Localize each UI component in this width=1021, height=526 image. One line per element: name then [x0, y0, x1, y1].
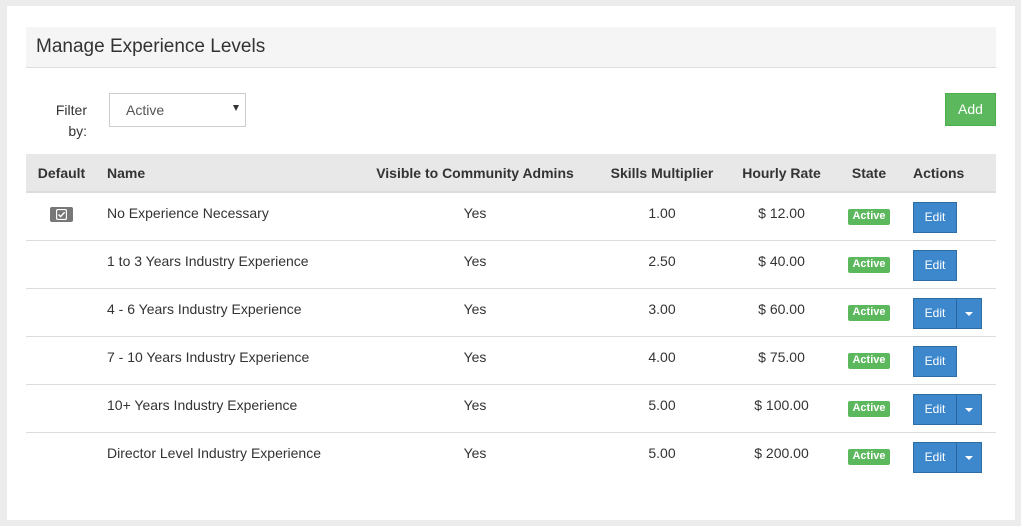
state-cell: Active: [833, 336, 905, 384]
status-badge: Active: [848, 209, 890, 225]
actions-cell: Edit: [905, 240, 996, 288]
level-name: Director Level Industry Experience: [107, 444, 321, 461]
add-button[interactable]: Add: [945, 93, 996, 126]
visible-to-admins: Yes: [463, 205, 487, 221]
panel-heading: Manage Experience Levels: [26, 27, 996, 68]
actions-cell: Edit: [905, 288, 996, 336]
skills-multiplier: 2.50: [648, 252, 676, 269]
skills-multiplier: 5.00: [648, 396, 676, 413]
experience-levels-panel: Manage Experience Levels Filter by: Acti…: [7, 6, 1015, 520]
status-badge: Active: [848, 304, 890, 321]
level-name: 1 to 3 Years Industry Experience: [107, 252, 309, 269]
actions-dropdown-toggle[interactable]: [957, 393, 982, 425]
column-header-visible: Visible to Community Admins: [356, 154, 594, 193]
state-cell: Active: [833, 192, 905, 240]
hourly-rate: $ 12.00: [758, 205, 805, 221]
state-cell: Active: [833, 384, 905, 432]
level-name: 7 - 10 Years Industry Experience: [107, 348, 310, 365]
table-row: No Experience Necessary Yes 1.00 $ 12.00 Act…: [26, 192, 996, 240]
default-cell[interactable]: [26, 192, 97, 240]
skills-multiplier: 4.00: [648, 348, 676, 365]
table-row: Director Level Industry Experience Yes 5.0…: [26, 432, 996, 480]
visible-to-admins: Yes: [463, 444, 487, 461]
visible-to-admins: Yes: [463, 300, 487, 317]
actions-cell: Edit: [905, 192, 996, 240]
default-cell: [26, 384, 97, 432]
visible-to-admins: Yes: [463, 348, 487, 365]
default-cell: [26, 288, 97, 336]
filter-label: Filter by:: [55, 102, 87, 139]
state-cell: Active: [833, 288, 905, 336]
edit-button[interactable]: Edit: [913, 249, 957, 281]
actions-cell: Edit: [905, 432, 996, 480]
skills-multiplier: 3.00: [648, 300, 676, 317]
level-name: 10+ Years Industry Experience: [107, 396, 298, 413]
actions-cell: Edit: [905, 384, 996, 432]
default-cell: [26, 336, 97, 384]
hourly-rate: $ 100.00: [754, 396, 809, 413]
status-badge: Active: [848, 256, 890, 273]
actions-cell: Edit: [905, 336, 996, 384]
visible-to-admins: Yes: [463, 396, 487, 413]
table-row: 4 - 6 Years Industry Experience Yes 3.00 $ …: [26, 288, 996, 336]
level-name: No Experience Necessary: [107, 205, 269, 221]
actions-dropdown-toggle[interactable]: [957, 441, 982, 473]
state-filter-select[interactable]: Active: [109, 93, 246, 127]
hourly-rate: $ 60.00: [758, 300, 805, 317]
caret-down-icon: [965, 311, 973, 316]
table-row: 1 to 3 Years Industry Experience Yes 2.50 $…: [26, 240, 996, 288]
edit-button[interactable]: Edit: [913, 441, 957, 473]
column-header-actions: Actions: [905, 154, 996, 193]
skills-multiplier: 1.00: [648, 205, 676, 221]
hourly-rate: $ 200.00: [754, 444, 809, 461]
experience-levels-table: Default Name Visible to Community Admins…: [26, 154, 996, 480]
column-header-name: Name: [97, 154, 356, 193]
checkbox-checked-icon: [50, 207, 73, 222]
column-header-default: Default: [26, 154, 97, 193]
edit-button-group: Edit: [913, 441, 982, 473]
status-badge: Active: [848, 448, 890, 465]
hourly-rate: $ 75.00: [758, 348, 805, 365]
visible-to-admins: Yes: [463, 252, 487, 269]
caret-down-icon: [233, 105, 239, 111]
state-cell: Active: [833, 240, 905, 288]
state-cell: Active: [833, 432, 905, 480]
caret-down-icon: [965, 455, 973, 460]
table-row: 10+ Years Industry Experience Yes 5.00 $ 10…: [26, 384, 996, 432]
table-row: 7 - 10 Years Industry Experience Yes 4.00 $…: [26, 336, 996, 384]
edit-button[interactable]: Edit: [913, 345, 957, 377]
default-cell: [26, 432, 97, 480]
table-header-row: Default Name Visible to Community Admins…: [26, 154, 996, 193]
edit-button[interactable]: Edit: [913, 393, 957, 425]
caret-down-icon: [965, 407, 973, 412]
column-header-rate: Hourly Rate: [730, 154, 833, 193]
hourly-rate: $ 40.00: [758, 252, 805, 269]
skills-multiplier: 5.00: [648, 444, 676, 461]
actions-dropdown-toggle[interactable]: [957, 297, 982, 329]
default-cell: [26, 240, 97, 288]
edit-button-group: Edit: [913, 297, 982, 329]
column-header-multiplier: Skills Multiplier: [594, 154, 730, 193]
edit-button[interactable]: Edit: [913, 202, 957, 233]
state-filter-value: Active: [126, 102, 165, 118]
level-name: 4 - 6 Years Industry Experience: [107, 300, 302, 317]
status-badge: Active: [848, 400, 890, 417]
edit-button-group: Edit: [913, 393, 982, 425]
status-badge: Active: [848, 352, 890, 369]
page-title: Manage Experience Levels: [36, 36, 266, 57]
column-header-state: State: [833, 154, 905, 193]
edit-button[interactable]: Edit: [913, 297, 957, 329]
